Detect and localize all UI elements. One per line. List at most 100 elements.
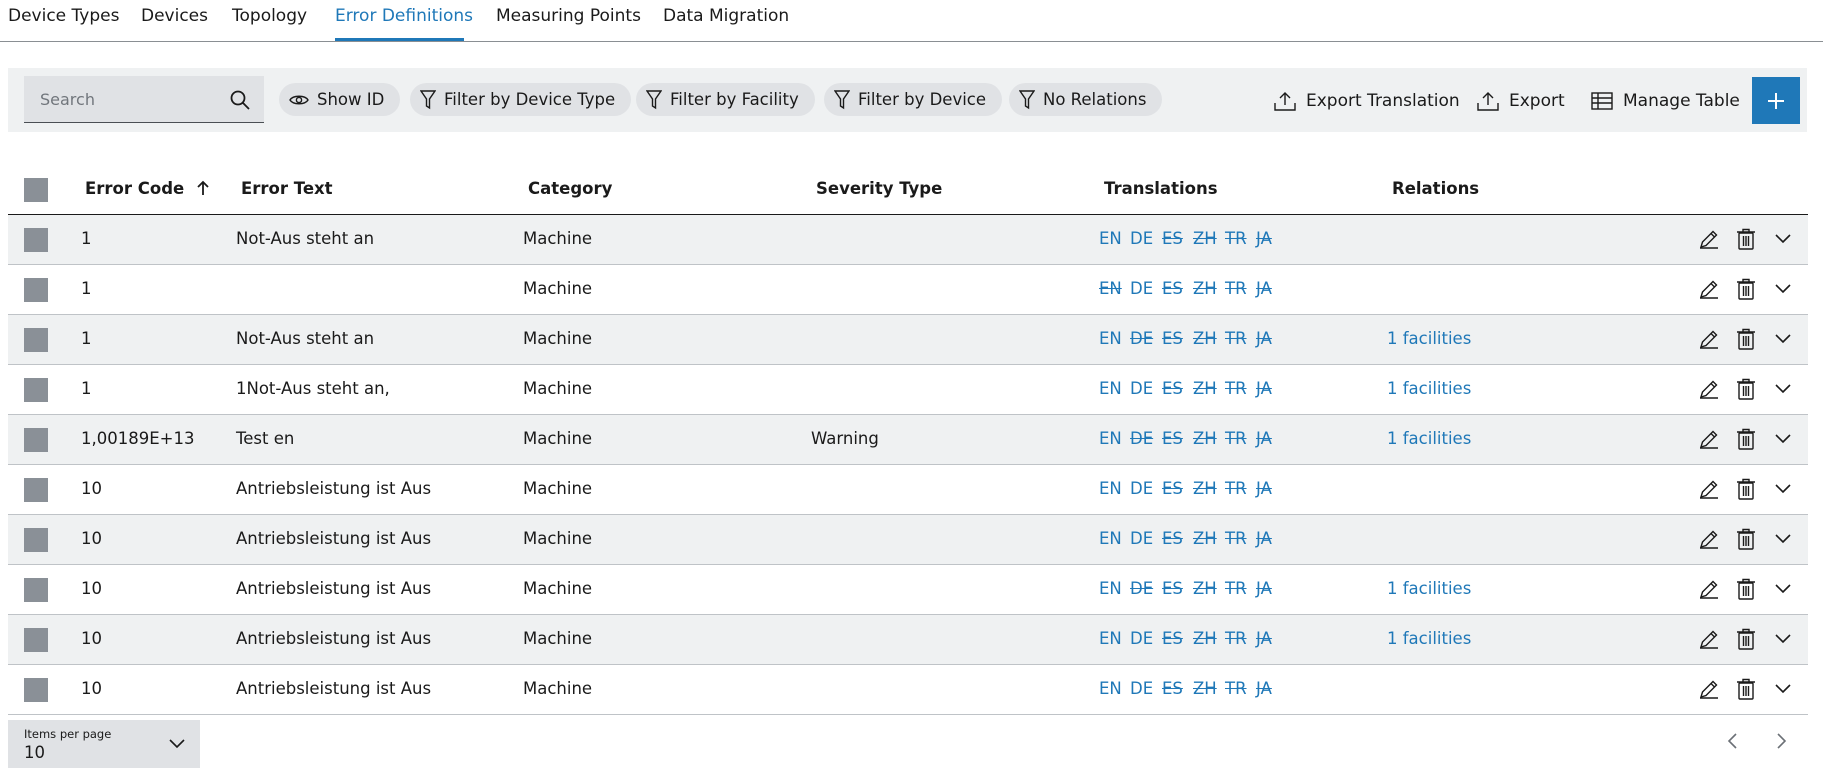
translation-tr-link[interactable]: TR <box>1225 379 1247 398</box>
chevron-down-icon[interactable] <box>1771 677 1795 701</box>
chevron-down-icon[interactable] <box>1771 327 1795 351</box>
translation-zh-link[interactable]: ZH <box>1193 329 1217 348</box>
trash-icon[interactable] <box>1734 577 1758 601</box>
edit-icon[interactable] <box>1697 677 1721 701</box>
translation-zh-link[interactable]: ZH <box>1193 629 1217 648</box>
translation-ja-link[interactable]: JA <box>1256 579 1272 598</box>
translation-de-link[interactable]: DE <box>1130 429 1153 448</box>
row-checkbox[interactable] <box>24 678 48 702</box>
translation-tr-link[interactable]: TR <box>1225 579 1247 598</box>
translation-de-link[interactable]: DE <box>1130 629 1153 648</box>
row-checkbox[interactable] <box>24 428 48 452</box>
translation-ja-link[interactable]: JA <box>1256 629 1272 648</box>
translation-es-link[interactable]: ES <box>1162 679 1183 698</box>
translation-ja-link[interactable]: JA <box>1256 529 1272 548</box>
translation-tr-link[interactable]: TR <box>1225 679 1247 698</box>
trash-icon[interactable] <box>1734 677 1758 701</box>
translation-es-link[interactable]: ES <box>1162 279 1183 298</box>
severity-type-column-header[interactable]: Severity Type <box>816 179 942 198</box>
search-icon[interactable] <box>228 88 252 112</box>
trash-icon[interactable] <box>1734 277 1758 301</box>
translations-column-header[interactable]: Translations <box>1104 179 1218 198</box>
items-per-page-select[interactable]: Items per page 10 <box>8 720 200 768</box>
edit-icon[interactable] <box>1697 227 1721 251</box>
translation-es-link[interactable]: ES <box>1162 479 1183 498</box>
translation-en-link[interactable]: EN <box>1099 429 1122 448</box>
translation-tr-link[interactable]: TR <box>1225 329 1247 348</box>
translation-ja-link[interactable]: JA <box>1256 679 1272 698</box>
translation-ja-link[interactable]: JA <box>1256 379 1272 398</box>
row-checkbox[interactable] <box>24 578 48 602</box>
translation-de-link[interactable]: DE <box>1130 329 1153 348</box>
relations-link[interactable]: 1 facilities <box>1387 429 1471 448</box>
translation-en-link[interactable]: EN <box>1099 629 1122 648</box>
translation-zh-link[interactable]: ZH <box>1193 379 1217 398</box>
translation-ja-link[interactable]: JA <box>1256 229 1272 248</box>
relations-link[interactable]: 1 facilities <box>1387 579 1471 598</box>
tab-devices[interactable]: Devices <box>141 6 208 26</box>
error-text-column-header[interactable]: Error Text <box>241 179 333 198</box>
translation-en-link[interactable]: EN <box>1099 479 1122 498</box>
translation-zh-link[interactable]: ZH <box>1193 529 1217 548</box>
chevron-down-icon[interactable] <box>1771 427 1795 451</box>
relations-link[interactable]: 1 facilities <box>1387 629 1471 648</box>
translation-zh-link[interactable]: ZH <box>1193 579 1217 598</box>
chevron-down-icon[interactable] <box>1771 477 1795 501</box>
translation-es-link[interactable]: ES <box>1162 529 1183 548</box>
translation-de-link[interactable]: DE <box>1130 679 1153 698</box>
tab-device-types[interactable]: Device Types <box>8 6 119 26</box>
edit-icon[interactable] <box>1697 477 1721 501</box>
manage-table-button[interactable]: Manage Table <box>1591 88 1740 114</box>
translation-en-link[interactable]: EN <box>1099 679 1122 698</box>
edit-icon[interactable] <box>1697 427 1721 451</box>
filter-device-type-button[interactable]: Filter by Device Type <box>410 83 632 116</box>
translation-zh-link[interactable]: ZH <box>1193 279 1217 298</box>
filter-device-button[interactable]: Filter by Device <box>824 83 1003 116</box>
translation-es-link[interactable]: ES <box>1162 579 1183 598</box>
export-translation-button[interactable]: Export Translation <box>1274 88 1460 114</box>
row-checkbox[interactable] <box>24 328 48 352</box>
translation-tr-link[interactable]: TR <box>1225 629 1247 648</box>
translation-en-link[interactable]: EN <box>1099 329 1122 348</box>
translation-ja-link[interactable]: JA <box>1256 479 1272 498</box>
chevron-down-icon[interactable] <box>1771 627 1795 651</box>
translation-tr-link[interactable]: TR <box>1225 429 1247 448</box>
trash-icon[interactable] <box>1734 377 1758 401</box>
translation-zh-link[interactable]: ZH <box>1193 429 1217 448</box>
no-relations-filter-button[interactable]: No Relations <box>1009 83 1163 116</box>
translation-es-link[interactable]: ES <box>1162 379 1183 398</box>
edit-icon[interactable] <box>1697 627 1721 651</box>
row-checkbox[interactable] <box>24 278 48 302</box>
relations-column-header[interactable]: Relations <box>1392 179 1479 198</box>
edit-icon[interactable] <box>1697 527 1721 551</box>
translation-es-link[interactable]: ES <box>1162 229 1183 248</box>
chevron-down-icon[interactable] <box>1771 227 1795 251</box>
edit-icon[interactable] <box>1697 277 1721 301</box>
translation-de-link[interactable]: DE <box>1130 379 1153 398</box>
row-checkbox[interactable] <box>24 528 48 552</box>
translation-de-link[interactable]: DE <box>1130 229 1153 248</box>
translation-ja-link[interactable]: JA <box>1256 429 1272 448</box>
export-button[interactable]: Export <box>1477 88 1565 114</box>
tab-data-migration[interactable]: Data Migration <box>663 6 789 26</box>
category-column-header[interactable]: Category <box>528 179 612 198</box>
chevron-down-icon[interactable] <box>1771 577 1795 601</box>
row-checkbox[interactable] <box>24 228 48 252</box>
relations-link[interactable]: 1 facilities <box>1387 329 1471 348</box>
translation-de-link[interactable]: DE <box>1130 479 1153 498</box>
row-checkbox[interactable] <box>24 478 48 502</box>
chevron-down-icon[interactable] <box>1771 527 1795 551</box>
tab-measuring-points[interactable]: Measuring Points <box>496 6 641 26</box>
translation-en-link[interactable]: EN <box>1099 229 1122 248</box>
translation-es-link[interactable]: ES <box>1162 429 1183 448</box>
translation-tr-link[interactable]: TR <box>1225 229 1247 248</box>
translation-de-link[interactable]: DE <box>1130 529 1153 548</box>
translation-es-link[interactable]: ES <box>1162 629 1183 648</box>
translation-ja-link[interactable]: JA <box>1256 329 1272 348</box>
next-page-icon[interactable] <box>1769 729 1793 753</box>
edit-icon[interactable] <box>1697 327 1721 351</box>
chevron-down-icon[interactable] <box>1771 377 1795 401</box>
translation-tr-link[interactable]: TR <box>1225 279 1247 298</box>
translation-es-link[interactable]: ES <box>1162 329 1183 348</box>
translation-en-link[interactable]: EN <box>1099 529 1122 548</box>
